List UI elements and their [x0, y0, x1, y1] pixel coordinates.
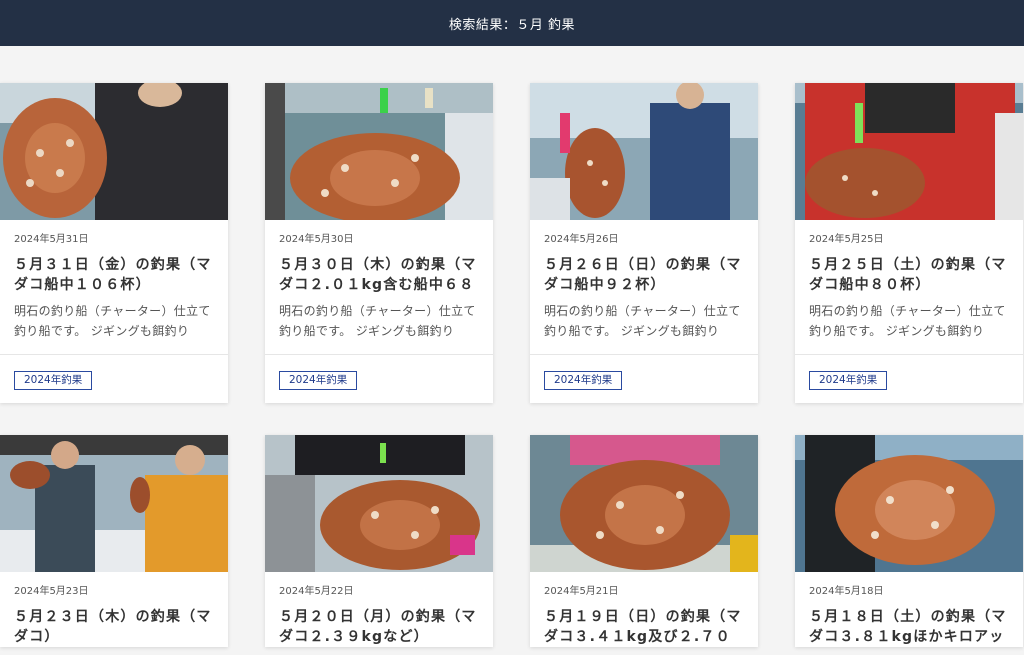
post-title[interactable]: ５月２３日（木）の釣果（マダコ） [14, 607, 214, 647]
post-excerpt: 明石の釣り船（チャーター）仕立て釣り船です。 ジギングも餌釣り [544, 304, 741, 338]
search-results-header: 検索結果：５月 釣果 [0, 0, 1024, 46]
post-excerpt: 明石の釣り船（チャーター）仕立て釣り船です。 ジギングも餌釣り [14, 304, 211, 338]
post-card[interactable]: 2024年5月25日 ５月２５日（土）の釣果（マダコ船中８０杯） 明石の釣り船（… [795, 83, 1023, 403]
post-excerpt: 明石の釣り船（チャーター）仕立て釣り船です。 ジギングも餌釣り [279, 304, 476, 338]
post-thumbnail[interactable] [795, 83, 1023, 220]
post-date: 2024年5月18日 [809, 586, 884, 597]
post-card[interactable]: 2024年5月31日 ５月３１日（金）の釣果（マダコ船中１０６杯） 明石の釣り船… [0, 83, 228, 403]
post-card[interactable]: 2024年5月18日 ５月１８日（土）の釣果（マダコ３.８１kgほかキロアップ [795, 435, 1023, 647]
post-title[interactable]: ５月２６日（日）の釣果（マダコ船中９２杯） [544, 255, 744, 295]
post-thumbnail[interactable] [265, 435, 493, 572]
category-tag[interactable]: 2024年釣果 [14, 371, 93, 390]
post-title[interactable]: ５月１９日（日）の釣果（マダコ３.４１kg及び２.７０kg [544, 607, 744, 647]
post-date: 2024年5月30日 [279, 234, 354, 245]
post-card[interactable]: 2024年5月21日 ５月１９日（日）の釣果（マダコ３.４１kg及び２.７０kg [530, 435, 758, 647]
post-thumbnail[interactable] [530, 83, 758, 220]
post-date: 2024年5月31日 [14, 234, 89, 245]
post-title[interactable]: ５月３０日（木）の釣果（マダコ２.０１kg含む船中６８ [279, 255, 479, 295]
post-date: 2024年5月22日 [279, 586, 354, 597]
post-title[interactable]: ５月３１日（金）の釣果（マダコ船中１０６杯） [14, 255, 214, 295]
category-tag[interactable]: 2024年釣果 [544, 371, 623, 390]
post-date: 2024年5月25日 [809, 234, 884, 245]
post-date: 2024年5月26日 [544, 234, 619, 245]
post-card[interactable]: 2024年5月22日 ５月２０日（月）の釣果（マダコ２.３９kgなど） [265, 435, 493, 647]
post-date: 2024年5月21日 [544, 586, 619, 597]
page-title: 検索結果：５月 釣果 [448, 17, 576, 33]
post-card[interactable]: 2024年5月23日 ５月２３日（木）の釣果（マダコ） [0, 435, 228, 647]
category-tag[interactable]: 2024年釣果 [279, 371, 358, 390]
post-title[interactable]: ５月１８日（土）の釣果（マダコ３.８１kgほかキロアップ [809, 607, 1009, 647]
post-card[interactable]: 2024年5月30日 ５月３０日（木）の釣果（マダコ２.０１kg含む船中６８ 明… [265, 83, 493, 403]
post-thumbnail[interactable] [0, 435, 228, 572]
post-thumbnail[interactable] [0, 83, 228, 220]
post-thumbnail[interactable] [795, 435, 1023, 572]
post-thumbnail[interactable] [265, 83, 493, 220]
post-card[interactable]: 2024年5月26日 ５月２６日（日）の釣果（マダコ船中９２杯） 明石の釣り船（… [530, 83, 758, 403]
post-thumbnail[interactable] [530, 435, 758, 572]
post-excerpt: 明石の釣り船（チャーター）仕立て釣り船です。 ジギングも餌釣り [809, 304, 1006, 338]
category-tag[interactable]: 2024年釣果 [809, 371, 888, 390]
post-title[interactable]: ５月２０日（月）の釣果（マダコ２.３９kgなど） [279, 607, 479, 647]
post-date: 2024年5月23日 [14, 586, 89, 597]
post-title[interactable]: ５月２５日（土）の釣果（マダコ船中８０杯） [809, 255, 1009, 295]
